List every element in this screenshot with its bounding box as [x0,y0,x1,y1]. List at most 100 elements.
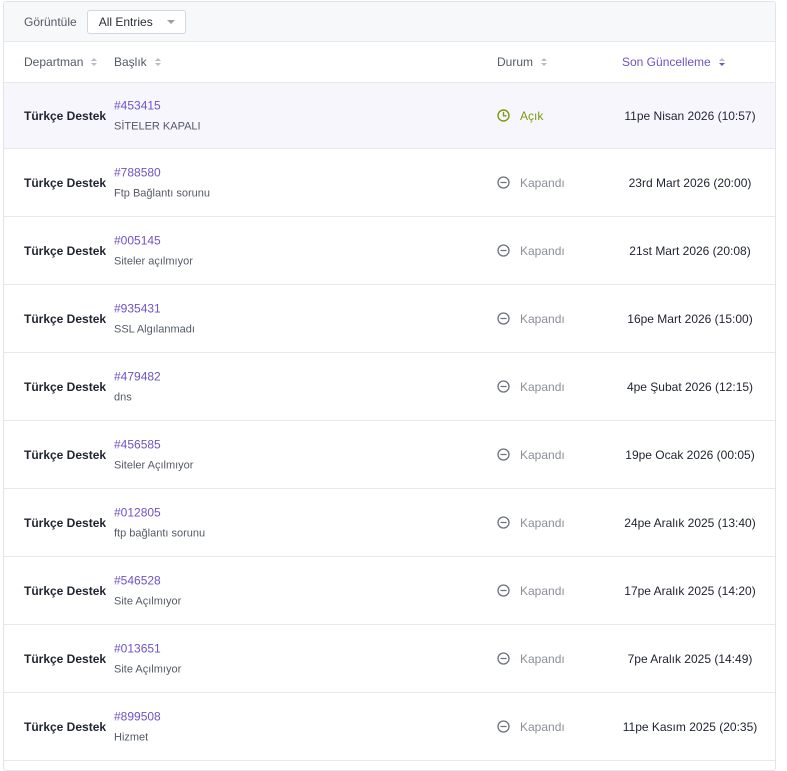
ticket-id-link[interactable]: #453415 [114,98,201,113]
ticket-id-link[interactable]: #012805 [114,505,205,520]
table-row[interactable]: Türkçe Destek #453415 SİTELER KAPALI Açı… [4,83,775,149]
column-header-updated[interactable]: Son Güncelleme [622,55,725,69]
sort-desc-icon [718,58,725,66]
ticket-status: Açık [497,109,543,123]
ticket-last-updated: 23rd Mart 2026 (20:00) [628,175,752,190]
table-body: Türkçe Destek #453415 SİTELER KAPALI Açı… [4,83,775,761]
column-header-status[interactable]: Durum [497,55,548,69]
ticket-title-cell: #935431 SSL Algılanmadı [114,301,195,336]
entries-filter-select[interactable]: All Entries [86,9,186,34]
minus-circle-icon [497,720,510,733]
ticket-status-label: Kapandı [520,311,565,326]
ticket-department: Türkçe Destek [24,651,107,666]
ticket-department: Türkçe Destek [24,379,107,394]
filter-bar: Görüntüle All Entries [4,2,775,42]
ticket-status-label: Kapandı [520,583,565,598]
ticket-subject: dns [114,391,132,403]
ticket-subject: Siteler açılmıyor [114,255,193,267]
minus-circle-icon [497,652,510,665]
ticket-id-link[interactable]: #788580 [114,165,210,180]
ticket-title-cell: #453415 SİTELER KAPALI [114,98,201,133]
table-row[interactable]: Türkçe Destek #546528 Site Açılmıyor Kap… [4,557,775,625]
table-row[interactable]: Türkçe Destek #479482 dns Kapandı 4pe Şu… [4,353,775,421]
ticket-id-link[interactable]: #013651 [114,641,181,656]
column-header-department[interactable]: Departman [24,55,98,69]
table-row[interactable]: Türkçe Destek #456585 Siteler Açılmıyor … [4,421,775,489]
ticket-status-label: Kapandı [520,515,565,530]
ticket-id-link[interactable]: #479482 [114,369,161,384]
ticket-subject: Site Açılmıyor [114,663,182,675]
ticket-status-label: Kapandı [520,447,565,462]
ticket-id-link[interactable]: #935431 [114,301,195,316]
ticket-status: Kapandı [497,584,565,598]
ticket-title-cell: #546528 Site Açılmıyor [114,573,181,608]
column-header-label: Departman [24,55,84,69]
ticket-last-updated: 4pe Şubat 2026 (12:15) [626,379,754,394]
ticket-subject: SSL Algılanmadı [114,323,195,335]
ticket-status-label: Kapandı [520,719,565,734]
sort-icon [154,58,161,66]
ticket-status-label: Kapandı [520,379,565,394]
ticket-subject: Site Açılmıyor [114,595,182,607]
ticket-status-label: Kapandı [520,651,565,666]
ticket-title-cell: #013651 Site Açılmıyor [114,641,181,676]
ticket-id-link[interactable]: #546528 [114,573,181,588]
ticket-title-cell: #788580 Ftp Bağlantı sorunu [114,165,210,200]
ticket-subject: Ftp Bağlantı sorunu [114,187,211,199]
table-header: Departman Başlık Durum Son Güncelleme [4,42,775,83]
ticket-status: Kapandı [497,652,565,666]
ticket-title-cell: #899508 Hizmet [114,709,161,744]
ticket-subject: SİTELER KAPALI [114,120,201,132]
table-row[interactable]: Türkçe Destek #935431 SSL Algılanmadı Ka… [4,285,775,353]
ticket-status: Kapandı [497,380,565,394]
ticket-subject: ftp bağlantı sorunu [114,527,206,539]
ticket-department: Türkçe Destek [24,108,107,123]
ticket-status: Kapandı [497,516,565,530]
ticket-last-updated: 7pe Aralık 2025 (14:49) [627,651,753,666]
ticket-last-updated: 11pe Kasım 2025 (20:35) [622,719,758,734]
ticket-department: Türkçe Destek [24,311,107,326]
table-row[interactable]: Türkçe Destek #012805 ftp bağlantı sorun… [4,489,775,557]
chevron-down-icon [166,19,175,24]
ticket-id-link[interactable]: #899508 [114,709,161,724]
ticket-subject: Hizmet [114,731,149,743]
ticket-status: Kapandı [497,244,565,258]
filter-label: Görüntüle [24,14,77,29]
ticket-department: Türkçe Destek [24,447,107,462]
ticket-title-cell: #456585 Siteler Açılmıyor [114,437,193,472]
ticket-last-updated: 17pe Aralık 2025 (14:20) [624,583,756,598]
table-row[interactable]: Türkçe Destek #013651 Site Açılmıyor Kap… [4,625,775,693]
table-row[interactable]: Türkçe Destek #788580 Ftp Bağlantı sorun… [4,149,775,217]
ticket-last-updated: 24pe Aralık 2025 (13:40) [624,515,756,530]
clock-icon [497,109,510,122]
ticket-last-updated: 16pe Mart 2026 (15:00) [627,311,753,326]
ticket-title-cell: #005145 Siteler açılmıyor [114,233,193,268]
column-header-title[interactable]: Başlık [114,55,161,69]
ticket-status: Kapandı [497,176,565,190]
table-row[interactable]: Türkçe Destek #899508 Hizmet Kapandı 11p… [4,693,775,761]
column-header-label: Son Güncelleme [622,55,711,69]
ticket-status: Kapandı [497,312,565,326]
column-header-label: Başlık [114,55,147,69]
minus-circle-icon [497,244,510,257]
table-row[interactable]: Türkçe Destek #005145 Siteler açılmıyor … [4,217,775,285]
ticket-id-link[interactable]: #456585 [114,437,193,452]
ticket-department: Türkçe Destek [24,719,107,734]
entries-filter-value: All Entries [98,14,153,29]
ticket-subject: Siteler Açılmıyor [114,459,194,471]
ticket-title-cell: #012805 ftp bağlantı sorunu [114,505,205,540]
sort-icon [91,58,98,66]
ticket-last-updated: 11pe Nisan 2026 (10:57) [624,108,756,123]
ticket-department: Türkçe Destek [24,243,107,258]
ticket-id-link[interactable]: #005145 [114,233,193,248]
ticket-department: Türkçe Destek [24,175,107,190]
ticket-last-updated: 21st Mart 2026 (20:08) [629,243,751,258]
column-header-label: Durum [497,55,534,69]
sort-icon [541,58,548,66]
minus-circle-icon [497,176,510,189]
ticket-status: Kapandı [497,720,565,734]
tickets-panel: Görüntüle All Entries Departman Başlık D… [3,1,776,771]
ticket-status: Kapandı [497,448,565,462]
ticket-last-updated: 19pe Ocak 2026 (00:05) [625,447,755,462]
minus-circle-icon [497,584,510,597]
